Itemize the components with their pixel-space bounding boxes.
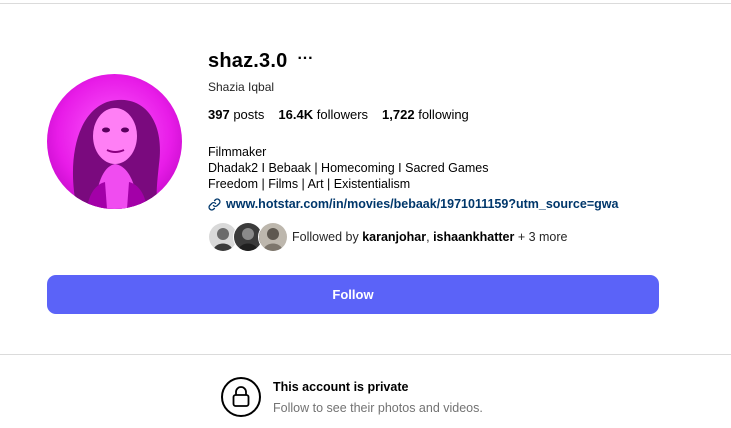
followed-by[interactable]: Followed by karanjohar, ishaankhatter + … <box>208 222 708 252</box>
followed-by-prefix: Followed by <box>292 230 363 244</box>
bio: Filmmaker Dhadak2 I Bebaak | Homecoming … <box>208 144 708 192</box>
username: shaz.3.0 <box>208 49 288 72</box>
mutual-avatar <box>258 222 288 252</box>
profile-stats: 397 posts 16.4K followers 1,722 followin… <box>208 107 708 122</box>
top-divider <box>0 3 731 4</box>
following-label: following <box>418 107 469 122</box>
username-row: shaz.3.0 ··· <box>208 46 708 76</box>
mutual-avatars <box>208 222 288 252</box>
private-subtitle: Follow to see their photos and videos. <box>273 400 483 415</box>
following-count: 1,722 <box>382 107 415 122</box>
avatar-image <box>47 74 182 209</box>
posts-label: posts <box>233 107 265 122</box>
private-title: This account is private <box>273 379 409 394</box>
follow-button[interactable]: Follow <box>47 275 659 314</box>
followed-by-suffix: + 3 more <box>514 230 568 244</box>
link-icon <box>208 197 221 211</box>
following-stat[interactable]: 1,722 following <box>382 107 469 122</box>
followers-stat[interactable]: 16.4K followers <box>278 107 368 122</box>
private-text: This account is private Follow to see th… <box>273 380 483 415</box>
full-name: Shazia Iqbal <box>208 80 275 94</box>
mutual-account: ishaankhatter <box>433 230 515 244</box>
ellipsis-icon[interactable]: ··· <box>297 51 313 67</box>
posts-count: 397 <box>208 107 230 122</box>
lock-icon <box>221 377 261 417</box>
bio-line: Filmmaker <box>208 145 267 159</box>
profile-avatar[interactable] <box>47 74 182 209</box>
followers-label: followers <box>316 107 369 122</box>
followers-count: 16.4K <box>278 107 314 122</box>
mutual-account: karanjohar <box>362 230 427 244</box>
bio-line: Freedom | Films | Art | Existentialism <box>208 177 411 191</box>
section-divider <box>0 354 731 355</box>
bio-line: Dhadak2 I Bebaak | Homecoming I Sacred G… <box>208 161 489 175</box>
posts-stat: 397 posts <box>208 107 264 122</box>
followed-by-text: Followed by karanjohar, ishaankhatter + … <box>292 230 568 244</box>
link-text: www.hotstar.com/in/movies/bebaak/1971011… <box>226 197 619 211</box>
profile-info: shaz.3.0 ··· Shazia Iqbal 397 posts 16.4… <box>208 46 708 252</box>
profile-page: shaz.3.0 ··· Shazia Iqbal 397 posts 16.4… <box>0 0 731 428</box>
private-account-notice: This account is private Follow to see th… <box>221 377 483 417</box>
external-link[interactable]: www.hotstar.com/in/movies/bebaak/1971011… <box>208 197 708 211</box>
